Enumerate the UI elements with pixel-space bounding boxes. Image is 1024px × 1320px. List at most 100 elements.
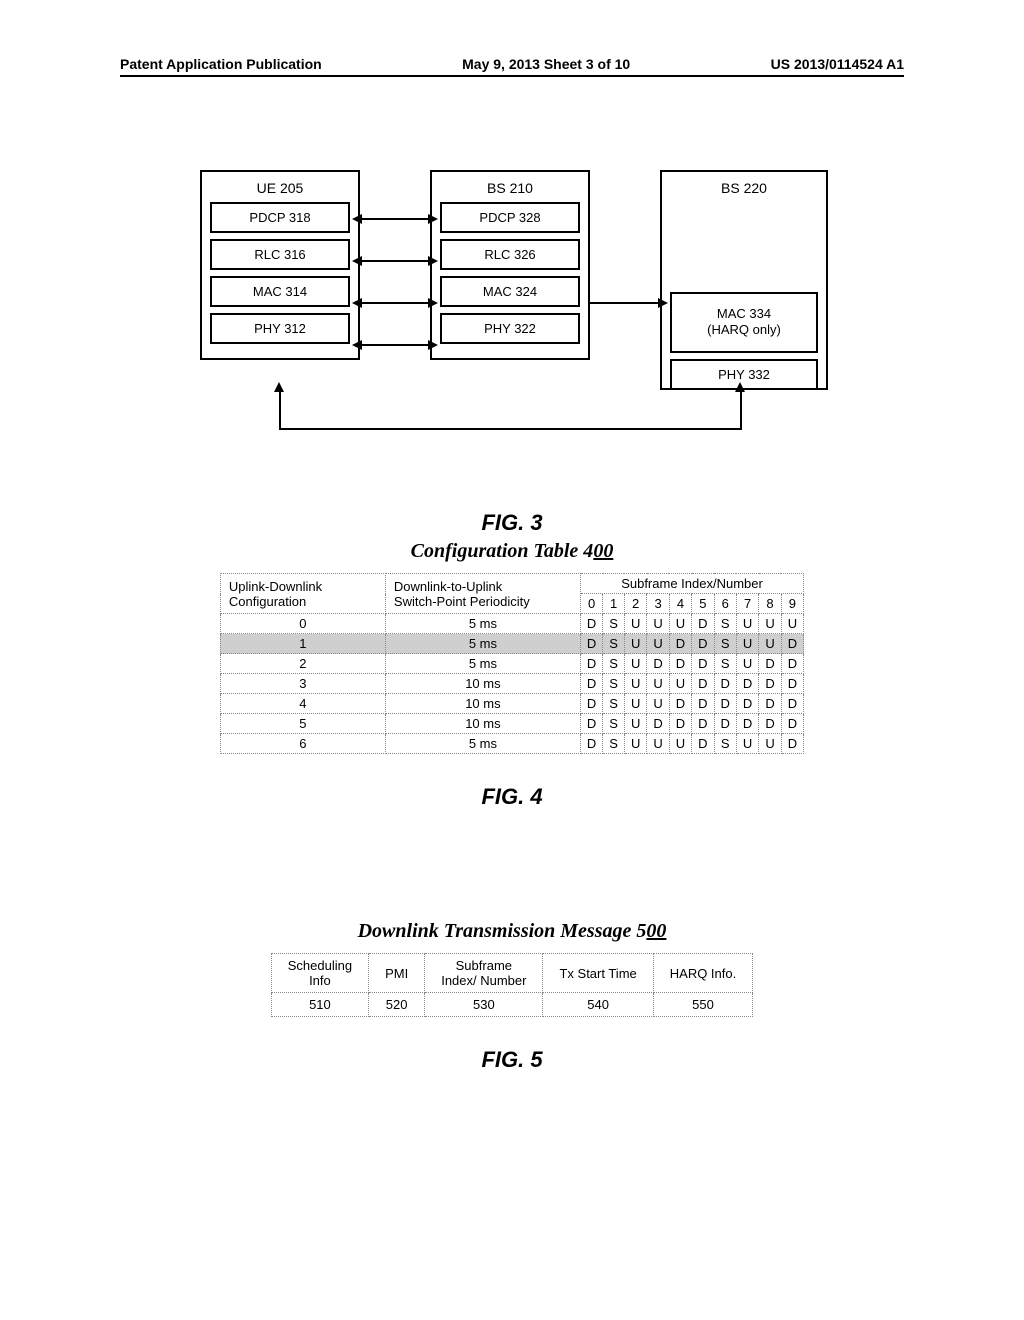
table-header-subidx: 3 — [647, 594, 669, 614]
cell-subframe: U — [647, 734, 669, 754]
bs220-stack: BS 220 MAC 334 (HARQ only) PHY 332 — [660, 170, 828, 390]
cell-subframe: U — [624, 714, 646, 734]
arrow-ue-bs210-mac — [360, 302, 430, 304]
cell-periodicity: 5 ms — [385, 654, 580, 674]
cell-subframe: U — [736, 614, 758, 634]
cell-subframe: U — [624, 694, 646, 714]
dl-message-table: Scheduling InfoPMISubframe Index/ Number… — [271, 953, 753, 1017]
fig5-title-pre: Downlink Transmission Message 5 — [358, 920, 647, 942]
cell-subframe: D — [692, 734, 714, 754]
cell-subframe: S — [603, 614, 625, 634]
cell-cfg: 6 — [220, 734, 385, 754]
table-header: HARQ Info. — [653, 954, 752, 993]
connector-vline-bs220 — [740, 390, 742, 430]
table-header-periodicity: Downlink-to-Uplink Switch-Point Periodic… — [385, 574, 580, 614]
table-header-subidx: 8 — [759, 594, 781, 614]
cell-subframe: D — [781, 634, 803, 654]
cell-subframe: D — [736, 674, 758, 694]
fig3-diagram: UE 205 PDCP 318 RLC 316 MAC 314 PHY 312 … — [200, 170, 840, 480]
cell-subframe: D — [781, 674, 803, 694]
cell-cfg: 2 — [220, 654, 385, 674]
cell-subframe: U — [669, 734, 691, 754]
bs210-phy: PHY 322 — [440, 313, 580, 344]
cell-subframe: D — [781, 734, 803, 754]
table-header-cfg: Uplink-Downlink Configuration — [220, 574, 385, 614]
cell-subframe: U — [736, 634, 758, 654]
cell-subframe: D — [781, 694, 803, 714]
header-middle: May 9, 2013 Sheet 3 of 10 — [462, 56, 630, 72]
arrow-head-right-icon — [428, 298, 438, 308]
cell-subframe: D — [759, 694, 781, 714]
fig5-title: Downlink Transmission Message 500 — [0, 920, 1024, 943]
cell-subframe: D — [692, 614, 714, 634]
table-header: Scheduling Info — [271, 954, 368, 993]
cell-subframe: S — [603, 674, 625, 694]
cell-subframe: S — [603, 634, 625, 654]
table-cell: 540 — [543, 993, 653, 1017]
table-header-subidx: 0 — [580, 594, 602, 614]
cell-subframe: D — [669, 634, 691, 654]
arrow-head-left-icon — [352, 214, 362, 224]
table-header: PMI — [369, 954, 425, 993]
table-row: 25 msDSUDDDSUDD — [220, 654, 803, 674]
bs220-mac: MAC 334 (HARQ only) — [670, 292, 818, 353]
arrow-head-right-icon — [658, 298, 668, 308]
cell-subframe: D — [669, 654, 691, 674]
connector-hline — [279, 428, 742, 430]
cell-subframe: U — [647, 674, 669, 694]
cell-subframe: U — [647, 634, 669, 654]
cell-subframe: D — [736, 714, 758, 734]
cell-subframe: D — [759, 654, 781, 674]
arrow-head-left-icon — [352, 256, 362, 266]
table-row: 05 msDSUUUDSUUU — [220, 614, 803, 634]
table-row: 65 msDSUUUDSUUD — [220, 734, 803, 754]
table-header-subidx: 1 — [603, 594, 625, 614]
fig4-title-num: 00 — [593, 540, 613, 562]
cell-subframe: D — [647, 714, 669, 734]
cell-subframe: D — [580, 654, 602, 674]
cell-subframe: D — [669, 714, 691, 734]
cell-subframe: U — [759, 734, 781, 754]
table-header: Subframe Index/ Number — [425, 954, 543, 993]
arrow-head-up-icon — [274, 382, 284, 392]
fig4-area: Configuration Table 400 Uplink-Downlink … — [0, 540, 1024, 810]
cell-subframe: D — [781, 714, 803, 734]
cell-subframe: U — [647, 694, 669, 714]
cell-subframe: D — [714, 714, 736, 734]
ue-title: UE 205 — [210, 180, 350, 196]
table-row: 15 msDSUUDDSUUD — [220, 634, 803, 654]
table-cell: 530 — [425, 993, 543, 1017]
ue-stack: UE 205 PDCP 318 RLC 316 MAC 314 PHY 312 — [200, 170, 360, 360]
table-header: Tx Start Time — [543, 954, 653, 993]
cell-subframe: D — [669, 694, 691, 714]
cell-subframe: D — [580, 694, 602, 714]
fig3-label: FIG. 3 — [0, 510, 1024, 536]
fig4-title-pre: Configuration Table 4 — [411, 540, 594, 562]
connector-vline-ue — [279, 390, 281, 430]
arrow-ue-bs210-pdcp — [360, 218, 430, 220]
cell-subframe: D — [759, 714, 781, 734]
table-header-subidx: 6 — [714, 594, 736, 614]
table-header-subframe: Subframe Index/Number — [580, 574, 803, 594]
cell-subframe: S — [714, 634, 736, 654]
bs210-stack: BS 210 PDCP 328 RLC 326 MAC 324 PHY 322 — [430, 170, 590, 360]
cell-subframe: U — [736, 654, 758, 674]
ue-mac: MAC 314 — [210, 276, 350, 307]
cell-subframe: D — [692, 674, 714, 694]
ue-pdcp: PDCP 318 — [210, 202, 350, 233]
cell-subframe: D — [759, 674, 781, 694]
table-header-subidx: 9 — [781, 594, 803, 614]
fig5-label: FIG. 5 — [0, 1047, 1024, 1073]
table-header-subidx: 2 — [624, 594, 646, 614]
fig4-title: Configuration Table 400 — [0, 540, 1024, 563]
arrow-head-right-icon — [428, 340, 438, 350]
cell-subframe: S — [603, 654, 625, 674]
cell-subframe: D — [714, 674, 736, 694]
cell-periodicity: 5 ms — [385, 734, 580, 754]
cell-subframe: U — [624, 654, 646, 674]
cell-subframe: U — [669, 674, 691, 694]
header-right: US 2013/0114524 A1 — [771, 56, 904, 72]
cell-subframe: U — [736, 734, 758, 754]
cell-subframe: D — [714, 694, 736, 714]
cell-subframe: S — [603, 734, 625, 754]
